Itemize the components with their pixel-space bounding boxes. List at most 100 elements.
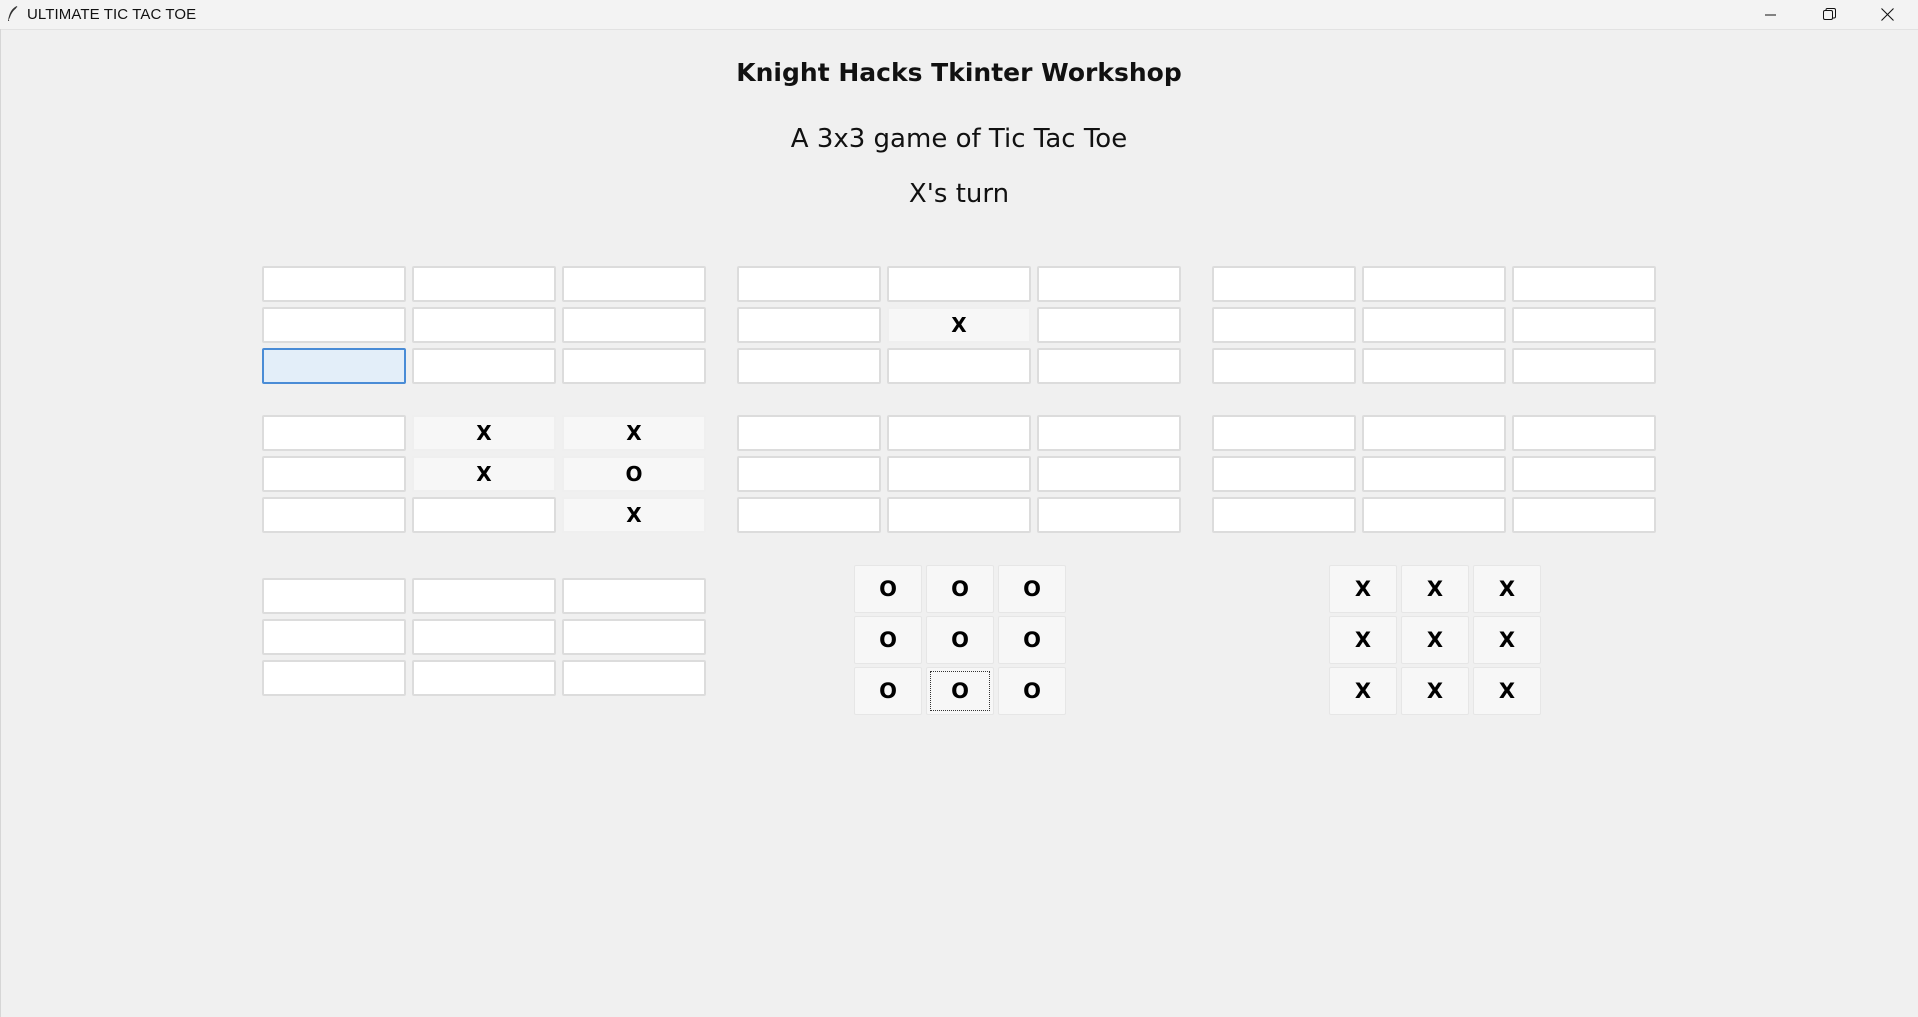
cell-button[interactable] bbox=[412, 578, 556, 614]
cell-button[interactable] bbox=[262, 307, 406, 343]
window-title: ULTIMATE TIC TAC TOE bbox=[27, 6, 197, 23]
cell-button[interactable] bbox=[1362, 307, 1506, 343]
cell-button[interactable] bbox=[262, 348, 406, 384]
cell-button[interactable]: X bbox=[1329, 667, 1397, 715]
cell-button[interactable] bbox=[1212, 348, 1356, 384]
board-bottom-middle: OOOOOOOOO bbox=[854, 565, 1068, 715]
cell-button[interactable] bbox=[562, 660, 706, 696]
cell-button[interactable]: O bbox=[998, 667, 1066, 715]
cell-button[interactable] bbox=[1037, 307, 1181, 343]
window-border bbox=[0, 29, 1, 1017]
close-button[interactable] bbox=[1858, 0, 1916, 29]
cell-button[interactable] bbox=[737, 415, 881, 451]
board-middle-right bbox=[1212, 415, 1662, 539]
cell-button[interactable] bbox=[1512, 456, 1656, 492]
cell-button[interactable] bbox=[1037, 266, 1181, 302]
cell-button[interactable]: X bbox=[412, 415, 556, 451]
minimize-icon bbox=[1765, 9, 1777, 21]
cell-button[interactable] bbox=[1512, 307, 1656, 343]
cell-button[interactable]: X bbox=[562, 415, 706, 451]
cell-button[interactable] bbox=[887, 415, 1031, 451]
cell-button[interactable] bbox=[737, 307, 881, 343]
cell-button[interactable] bbox=[412, 619, 556, 655]
cell-button[interactable] bbox=[1362, 497, 1506, 533]
cell-button[interactable] bbox=[562, 307, 706, 343]
cell-button[interactable] bbox=[412, 348, 556, 384]
cell-button[interactable]: O bbox=[854, 616, 922, 664]
board-bottom-left bbox=[262, 578, 712, 702]
cell-button[interactable] bbox=[1212, 415, 1356, 451]
cell-button[interactable] bbox=[412, 266, 556, 302]
board-bottom-right: XXXXXXXXX bbox=[1329, 565, 1543, 715]
cell-button[interactable]: O bbox=[926, 565, 994, 613]
board-top-left bbox=[262, 266, 712, 390]
cell-button[interactable] bbox=[262, 619, 406, 655]
cell-button[interactable] bbox=[1512, 348, 1656, 384]
cell-button[interactable] bbox=[1037, 497, 1181, 533]
restore-button[interactable] bbox=[1800, 0, 1858, 29]
cell-button[interactable]: X bbox=[1473, 616, 1541, 664]
cell-button[interactable]: X bbox=[1329, 616, 1397, 664]
cell-button[interactable]: X bbox=[1401, 667, 1469, 715]
cell-button[interactable] bbox=[1512, 415, 1656, 451]
window-titlebar[interactable]: ULTIMATE TIC TAC TOE bbox=[0, 0, 1918, 30]
board-center bbox=[737, 415, 1187, 539]
cell-button[interactable] bbox=[1212, 266, 1356, 302]
cell-button[interactable]: X bbox=[1329, 565, 1397, 613]
cell-button[interactable] bbox=[887, 456, 1031, 492]
cell-button[interactable] bbox=[887, 497, 1031, 533]
cell-button[interactable] bbox=[262, 415, 406, 451]
cell-button[interactable] bbox=[262, 456, 406, 492]
cell-button[interactable] bbox=[1512, 497, 1656, 533]
cell-button[interactable]: O bbox=[854, 565, 922, 613]
cell-button[interactable] bbox=[412, 497, 556, 533]
cell-button[interactable] bbox=[737, 266, 881, 302]
cell-button[interactable] bbox=[1512, 266, 1656, 302]
cell-button[interactable]: X bbox=[1401, 616, 1469, 664]
cell-button[interactable] bbox=[262, 497, 406, 533]
cell-button[interactable] bbox=[737, 497, 881, 533]
cell-button[interactable] bbox=[262, 266, 406, 302]
cell-button[interactable] bbox=[737, 456, 881, 492]
cell-button[interactable] bbox=[262, 578, 406, 614]
feather-icon bbox=[6, 5, 20, 23]
cell-button[interactable]: O bbox=[926, 667, 994, 715]
cell-button[interactable] bbox=[562, 348, 706, 384]
cell-button[interactable] bbox=[887, 266, 1031, 302]
cell-button[interactable]: X bbox=[562, 497, 706, 533]
cell-button[interactable] bbox=[562, 578, 706, 614]
cell-button[interactable]: O bbox=[926, 616, 994, 664]
cell-button[interactable]: X bbox=[1473, 667, 1541, 715]
cell-button[interactable]: X bbox=[1473, 565, 1541, 613]
cell-button[interactable]: X bbox=[1401, 565, 1469, 613]
cell-button[interactable] bbox=[1362, 348, 1506, 384]
cell-button[interactable] bbox=[1362, 266, 1506, 302]
cell-button[interactable] bbox=[1212, 456, 1356, 492]
page-subtitle: A 3x3 game of Tic Tac Toe bbox=[790, 124, 1128, 154]
close-icon bbox=[1880, 8, 1894, 21]
cell-button[interactable] bbox=[1037, 415, 1181, 451]
cell-button[interactable] bbox=[1362, 415, 1506, 451]
cell-button[interactable] bbox=[412, 307, 556, 343]
cell-button[interactable]: X bbox=[412, 456, 556, 492]
cell-button[interactable] bbox=[1037, 348, 1181, 384]
cell-button[interactable] bbox=[562, 266, 706, 302]
cell-button[interactable]: O bbox=[998, 616, 1066, 664]
cell-button[interactable] bbox=[1212, 497, 1356, 533]
cell-button[interactable]: O bbox=[562, 456, 706, 492]
minimize-button[interactable] bbox=[1742, 0, 1800, 29]
cell-button[interactable] bbox=[737, 348, 881, 384]
cell-button[interactable] bbox=[1362, 456, 1506, 492]
cell-button[interactable] bbox=[887, 348, 1031, 384]
cell-button[interactable] bbox=[1037, 456, 1181, 492]
board-top-right bbox=[1212, 266, 1662, 390]
cell-button[interactable] bbox=[1212, 307, 1356, 343]
cell-button[interactable] bbox=[562, 619, 706, 655]
page-title: Knight Hacks Tkinter Workshop bbox=[736, 58, 1182, 87]
board-top-middle: X bbox=[737, 266, 1187, 390]
cell-button[interactable] bbox=[262, 660, 406, 696]
cell-button[interactable]: X bbox=[887, 307, 1031, 343]
cell-button[interactable]: O bbox=[998, 565, 1066, 613]
cell-button[interactable] bbox=[412, 660, 556, 696]
cell-button[interactable]: O bbox=[854, 667, 922, 715]
